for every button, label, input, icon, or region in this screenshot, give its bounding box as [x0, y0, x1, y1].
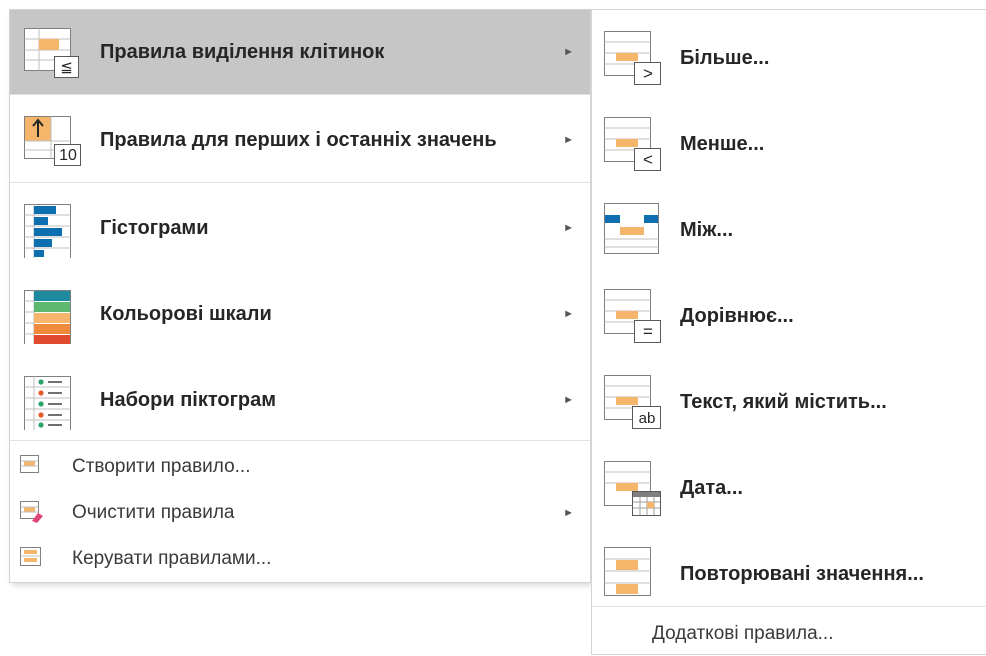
equal-to-badge: =	[643, 322, 653, 341]
top-bottom-badge: 10	[59, 147, 77, 164]
less-than-icon: <	[604, 117, 664, 173]
submenu-item-greater-than[interactable]: > Більше...	[592, 16, 986, 100]
text-contains-badge: ab	[638, 410, 656, 427]
menu-item-new-rule[interactable]: Створити правило...	[10, 444, 590, 490]
submenu-item-equal-to[interactable]: = Дорівнює...	[592, 274, 986, 358]
chevron-right-icon: ►	[563, 308, 574, 320]
divider	[592, 606, 986, 607]
submenu-item-date-occurring[interactable]: Дата...	[592, 446, 986, 530]
top-bottom-icon: 10	[24, 116, 84, 170]
menu-item-top-bottom-rules[interactable]: 10 Правила для перших і останніх значень…	[10, 98, 590, 182]
conditional-formatting-menu: ≦ Правила виділення клітинок ► 10 Правил…	[10, 10, 590, 582]
chevron-right-icon: ►	[563, 134, 574, 146]
submenu-item-label: Більше...	[680, 47, 770, 69]
manage-rules-icon	[20, 547, 44, 569]
chevron-right-icon: ►	[563, 222, 574, 234]
menu-item-label: Кольорові шкали	[100, 303, 272, 325]
submenu-item-label: Повторювані значення...	[680, 563, 924, 585]
menu-item-highlight-cells-rules[interactable]: ≦ Правила виділення клітинок ►	[10, 10, 590, 94]
highlight-cells-submenu: > Більше... < Менше... Між... = Дорівнює…	[592, 10, 986, 654]
submenu-item-label: Менше...	[680, 133, 765, 155]
duplicate-values-icon	[604, 547, 664, 603]
chevron-right-icon: ►	[563, 394, 574, 406]
menu-item-color-scales[interactable]: Кольорові шкали ►	[10, 272, 590, 356]
divider	[10, 440, 590, 441]
chevron-right-icon: ►	[563, 507, 574, 519]
menu-item-label: Очистити правила	[72, 502, 235, 523]
menu-item-label: Правила виділення клітинок	[100, 41, 385, 63]
color-scales-icon	[24, 290, 84, 344]
menu-item-icon-sets[interactable]: Набори піктограм ►	[10, 358, 590, 442]
icon-sets-icon	[24, 376, 84, 430]
greater-than-badge: >	[643, 64, 653, 83]
submenu-item-between[interactable]: Між...	[592, 188, 986, 272]
less-than-badge: <	[643, 150, 653, 169]
divider	[10, 94, 590, 95]
greater-than-icon: >	[604, 31, 664, 87]
svg-text:≦: ≦	[60, 58, 73, 76]
submenu-item-duplicate-values[interactable]: Повторювані значення...	[592, 532, 986, 616]
more-rules-link[interactable]: Додаткові правила...	[652, 612, 833, 656]
menu-item-label: Правила для перших і останніх значень	[100, 129, 497, 151]
menu-item-label: Створити правило...	[72, 456, 251, 477]
highlight-cells-icon: ≦	[24, 28, 84, 82]
date-occurring-icon	[604, 461, 664, 517]
submenu-item-text-contains[interactable]: ab Текст, який містить...	[592, 360, 986, 444]
clear-rules-icon	[20, 501, 44, 523]
submenu-item-label: Між...	[680, 219, 734, 241]
submenu-item-label: Текст, який містить...	[680, 391, 887, 413]
chevron-right-icon: ►	[563, 46, 574, 58]
menu-item-manage-rules[interactable]: Керувати правилами...	[10, 536, 590, 582]
menu-item-clear-rules[interactable]: Очистити правила ►	[10, 490, 590, 536]
between-icon	[604, 203, 664, 259]
divider	[10, 182, 590, 183]
data-bars-icon	[24, 204, 84, 258]
menu-item-data-bars[interactable]: Гістограми ►	[10, 186, 590, 270]
submenu-item-label: Дорівнює...	[680, 305, 794, 327]
menu-item-label: Набори піктограм	[100, 389, 277, 411]
equal-to-icon: =	[604, 289, 664, 345]
new-rule-icon	[20, 455, 44, 477]
menu-item-label: Керувати правилами...	[72, 548, 272, 569]
text-contains-icon: ab	[604, 375, 664, 431]
submenu-item-label: Дата...	[680, 477, 743, 499]
submenu-item-less-than[interactable]: < Менше...	[592, 102, 986, 186]
menu-item-label: Гістограми	[100, 217, 209, 239]
